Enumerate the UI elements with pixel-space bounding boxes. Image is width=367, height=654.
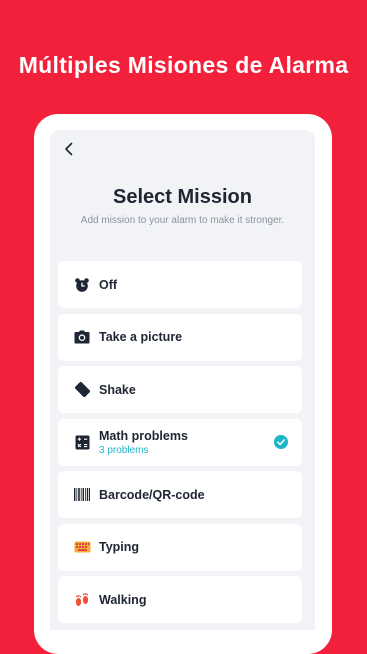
mission-label: Typing	[99, 540, 140, 554]
phone-shake-icon	[73, 381, 91, 399]
page-title: Select Mission	[113, 186, 252, 208]
mission-label: Take a picture	[99, 330, 183, 344]
mission-item-off[interactable]: Off	[58, 261, 302, 308]
select-mission-screen: Select Mission Add mission to your alarm…	[50, 130, 315, 630]
mission-label: Math problems	[99, 428, 188, 443]
barcode-icon	[73, 486, 91, 504]
mission-label: Walking	[99, 592, 147, 607]
mission-item-shake[interactable]: Shake	[58, 366, 302, 413]
mission-item-typing[interactable]: Typing	[58, 523, 302, 571]
mission-list: Off Take a picture Shake Math problems 3…	[58, 261, 302, 629]
mission-detail: 3 problems	[99, 444, 149, 456]
mission-item-barcode-qr-code[interactable]: Barcode/QR-code	[58, 471, 302, 518]
camera-icon	[73, 328, 91, 346]
promo-title: Múltiples Misiones de Alarma	[18, 52, 349, 78]
mission-label: Barcode/QR-code	[99, 487, 205, 502]
mission-label: Off	[99, 277, 118, 292]
mission-label: Shake	[99, 382, 136, 397]
mission-item-take-a-picture[interactable]: Take a picture	[58, 313, 302, 361]
alarm-clock-icon	[73, 276, 91, 294]
mission-item-walking[interactable]: Walking	[58, 576, 302, 623]
page-subtitle: Add mission to your alarm to make it str…	[80, 215, 285, 226]
mission-item-math-problems[interactable]: Math problems 3 problems	[58, 418, 302, 466]
back-button[interactable]	[60, 138, 78, 160]
check-circle-icon	[274, 434, 288, 449]
footprints-icon	[73, 591, 91, 609]
keyboard-icon	[73, 538, 91, 556]
chevron-left-icon	[65, 142, 73, 156]
calculator-icon	[73, 433, 91, 451]
